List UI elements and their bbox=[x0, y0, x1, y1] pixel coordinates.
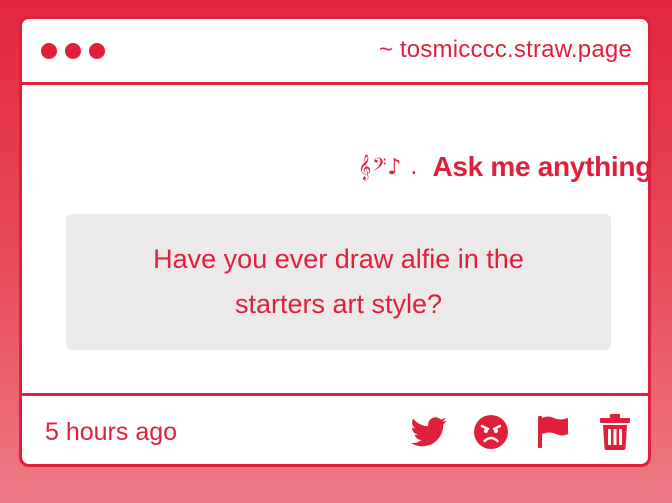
window-dot-red[interactable] bbox=[41, 43, 57, 59]
trash-icon bbox=[600, 414, 630, 450]
question-box: Have you ever draw alfie in the starters… bbox=[66, 214, 611, 350]
card-footer: 5 hours ago bbox=[22, 393, 648, 464]
action-bar bbox=[410, 413, 634, 451]
ask-header: 𝄞𝄢♪ . Ask me anything bbox=[358, 151, 651, 183]
flag-icon bbox=[538, 416, 568, 448]
ask-card: ~ tosmicccc.straw.page 𝄞𝄢♪ . Ask me anyt… bbox=[19, 16, 651, 467]
report-button[interactable] bbox=[534, 413, 572, 451]
music-notes-decoration: 𝄞𝄢♪ . bbox=[358, 154, 419, 180]
window-dot-green[interactable] bbox=[89, 43, 105, 59]
react-angry-button[interactable] bbox=[472, 413, 510, 451]
question-text: Have you ever draw alfie in the starters… bbox=[153, 244, 524, 319]
window-titlebar: ~ tosmicccc.straw.page bbox=[22, 19, 648, 85]
angry-face-icon bbox=[474, 415, 508, 449]
window-dot-yellow[interactable] bbox=[65, 43, 81, 59]
twitter-icon bbox=[411, 417, 447, 447]
timestamp: 5 hours ago bbox=[45, 418, 178, 446]
page-url: ~ tosmicccc.straw.page bbox=[378, 36, 632, 63]
page-title: Ask me anything bbox=[432, 151, 651, 182]
delete-button[interactable] bbox=[596, 413, 634, 451]
window-controls bbox=[41, 43, 105, 59]
twitter-share-button[interactable] bbox=[410, 413, 448, 451]
